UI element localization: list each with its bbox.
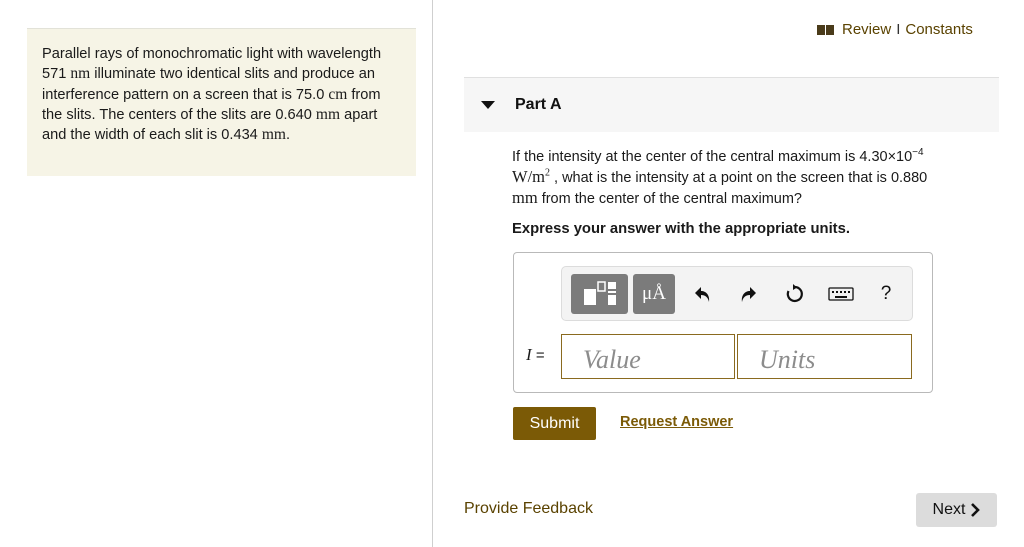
- exponent: −4: [912, 147, 924, 159]
- question-text-1: If the intensity at the center of the ce…: [512, 149, 913, 165]
- request-answer-link[interactable]: Request Answer: [620, 414, 733, 430]
- equals-sign: =: [535, 347, 545, 364]
- question-text-2: , what is the intensity at a point on th…: [550, 170, 928, 186]
- unit-w-base: W/m: [512, 167, 545, 186]
- chevron-right-icon: [971, 503, 981, 517]
- template-icon: [583, 281, 616, 305]
- column-divider: [432, 0, 433, 547]
- unit-mm: mm: [512, 188, 538, 207]
- part-a-title: Part A: [515, 96, 562, 113]
- unit-w-per-m2: W/m2: [512, 167, 550, 186]
- separator: I: [896, 21, 901, 38]
- unit-mm: mm: [261, 126, 286, 144]
- unit-mm: mm: [315, 105, 341, 123]
- next-button[interactable]: Next: [916, 493, 997, 527]
- keyboard-icon[interactable]: [828, 282, 854, 306]
- review-constants-bar: Review I Constants: [817, 21, 973, 38]
- question-text-3: from the center of the central maximum?: [537, 191, 802, 207]
- submit-button[interactable]: Submit: [513, 407, 596, 440]
- question-text: If the intensity at the center of the ce…: [512, 147, 982, 209]
- problem-statement: Parallel rays of monochromatic light wit…: [27, 29, 416, 176]
- part-a-header[interactable]: Part A: [464, 78, 999, 132]
- units-input[interactable]: [737, 334, 912, 379]
- unit-nm: nm: [70, 65, 91, 83]
- templates-button[interactable]: [571, 274, 628, 314]
- answer-box: μÅ ? I =: [513, 252, 933, 393]
- undo-icon[interactable]: [692, 282, 714, 306]
- reset-icon[interactable]: [784, 282, 806, 306]
- provide-feedback-link[interactable]: Provide Feedback: [464, 500, 593, 518]
- variable-symbol: I: [526, 345, 532, 364]
- math-toolbar: μÅ ?: [561, 266, 913, 321]
- answer-variable-label: I =: [526, 345, 545, 365]
- help-button[interactable]: ?: [875, 282, 897, 306]
- next-label: Next: [932, 501, 966, 518]
- problem-text-2: illuminate two identical slits and produ…: [42, 66, 375, 103]
- redo-icon[interactable]: [737, 282, 759, 306]
- units-button[interactable]: μÅ: [633, 274, 675, 314]
- value-input[interactable]: [561, 334, 735, 379]
- answer-instruction: Express your answer with the appropriate…: [512, 221, 850, 237]
- collapse-triangle-icon[interactable]: [481, 101, 495, 109]
- book-icon: [817, 24, 835, 36]
- unit-cm: cm: [328, 85, 348, 103]
- constants-link[interactable]: Constants: [905, 21, 973, 38]
- problem-text-5: .: [285, 127, 291, 144]
- review-link[interactable]: Review: [842, 21, 891, 38]
